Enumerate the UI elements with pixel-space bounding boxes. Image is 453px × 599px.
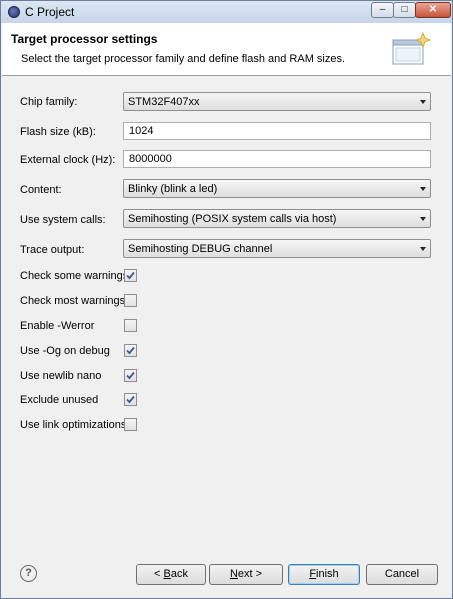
eclipse-icon: [8, 6, 20, 18]
back-button-prefix: <: [154, 568, 164, 580]
cancel-button[interactable]: Cancel: [366, 564, 438, 585]
back-button[interactable]: < Back: [136, 564, 206, 585]
use-og-on-debug-checkbox[interactable]: [124, 344, 137, 357]
finish-button-rest: inish: [316, 568, 339, 580]
finish-button[interactable]: Finish: [288, 564, 360, 585]
checkmark-icon: [126, 271, 135, 280]
flash-size-label: Flash size (kB):: [20, 126, 96, 138]
help-icon[interactable]: ?: [20, 565, 37, 582]
exclude-unused-label: Exclude unused: [20, 394, 99, 406]
use-link-optimizations-checkbox[interactable]: [124, 418, 137, 431]
flash-size-input[interactable]: 1024: [123, 122, 431, 140]
dialog-client-area: Target processor settings Select the tar…: [2, 23, 451, 597]
close-button[interactable]: ✕: [415, 2, 451, 18]
use-og-on-debug-label: Use -Og on debug: [20, 345, 110, 357]
use-link-optimizations-label: Use link optimizations: [20, 419, 127, 431]
chip-family-value: STM32F407xx: [128, 96, 200, 108]
dialog-window: C Project – □ ✕ Target processor setting…: [0, 0, 453, 599]
system-calls-value: Semihosting (POSIX system calls via host…: [128, 213, 337, 225]
use-newlib-nano-checkbox[interactable]: [124, 369, 137, 382]
back-button-mnemonic: B: [163, 568, 171, 580]
checkmark-icon: [126, 371, 135, 380]
chevron-down-icon: [420, 217, 426, 221]
page-title: Target processor settings: [11, 32, 158, 46]
trace-output-label: Trace output:: [20, 244, 85, 256]
use-newlib-nano-label: Use newlib nano: [20, 370, 102, 382]
chevron-down-icon: [420, 100, 426, 104]
check-most-warnings-checkbox[interactable]: [124, 294, 137, 307]
next-button-mnemonic: N: [229, 568, 238, 580]
title-bar[interactable]: C Project – □ ✕: [1, 1, 452, 23]
checkmark-icon: [126, 346, 135, 355]
chip-family-label: Chip family:: [20, 96, 78, 108]
enable-werror-label: Enable -Werror: [20, 320, 95, 332]
wizard-header: Target processor settings Select the tar…: [2, 23, 451, 76]
content-label: Content:: [20, 184, 62, 196]
external-clock-label: External clock (Hz):: [20, 154, 116, 166]
trace-output-combo[interactable]: Semihosting DEBUG channel: [123, 239, 431, 258]
chevron-down-icon: [420, 247, 426, 251]
system-calls-label: Use system calls:: [20, 214, 106, 226]
page-description: Select the target processor family and d…: [21, 53, 346, 65]
exclude-unused-checkbox[interactable]: [124, 393, 137, 406]
window-title: C Project: [25, 5, 75, 19]
next-button[interactable]: Next >: [209, 564, 283, 585]
content-value: Blinky (blink a led): [128, 183, 218, 195]
trace-output-value: Semihosting DEBUG channel: [128, 243, 273, 255]
maximize-button[interactable]: □: [393, 2, 416, 18]
system-calls-combo[interactable]: Semihosting (POSIX system calls via host…: [123, 209, 431, 228]
wizard-window-sparkle-icon: [392, 31, 432, 65]
back-button-rest: ack: [170, 568, 188, 580]
check-most-warnings-label: Check most warnings: [20, 295, 126, 307]
content-combo[interactable]: Blinky (blink a led): [123, 179, 431, 198]
check-some-warnings-checkbox[interactable]: [124, 269, 137, 282]
chevron-down-icon: [420, 187, 426, 191]
checkmark-icon: [126, 395, 135, 404]
check-some-warnings-label: Check some warnings: [20, 270, 129, 282]
chip-family-combo[interactable]: STM32F407xx: [123, 92, 431, 111]
external-clock-input[interactable]: 8000000: [123, 150, 431, 168]
enable-werror-checkbox[interactable]: [124, 319, 137, 332]
minimize-button[interactable]: –: [371, 2, 394, 18]
next-button-rest: ext >: [237, 568, 263, 580]
